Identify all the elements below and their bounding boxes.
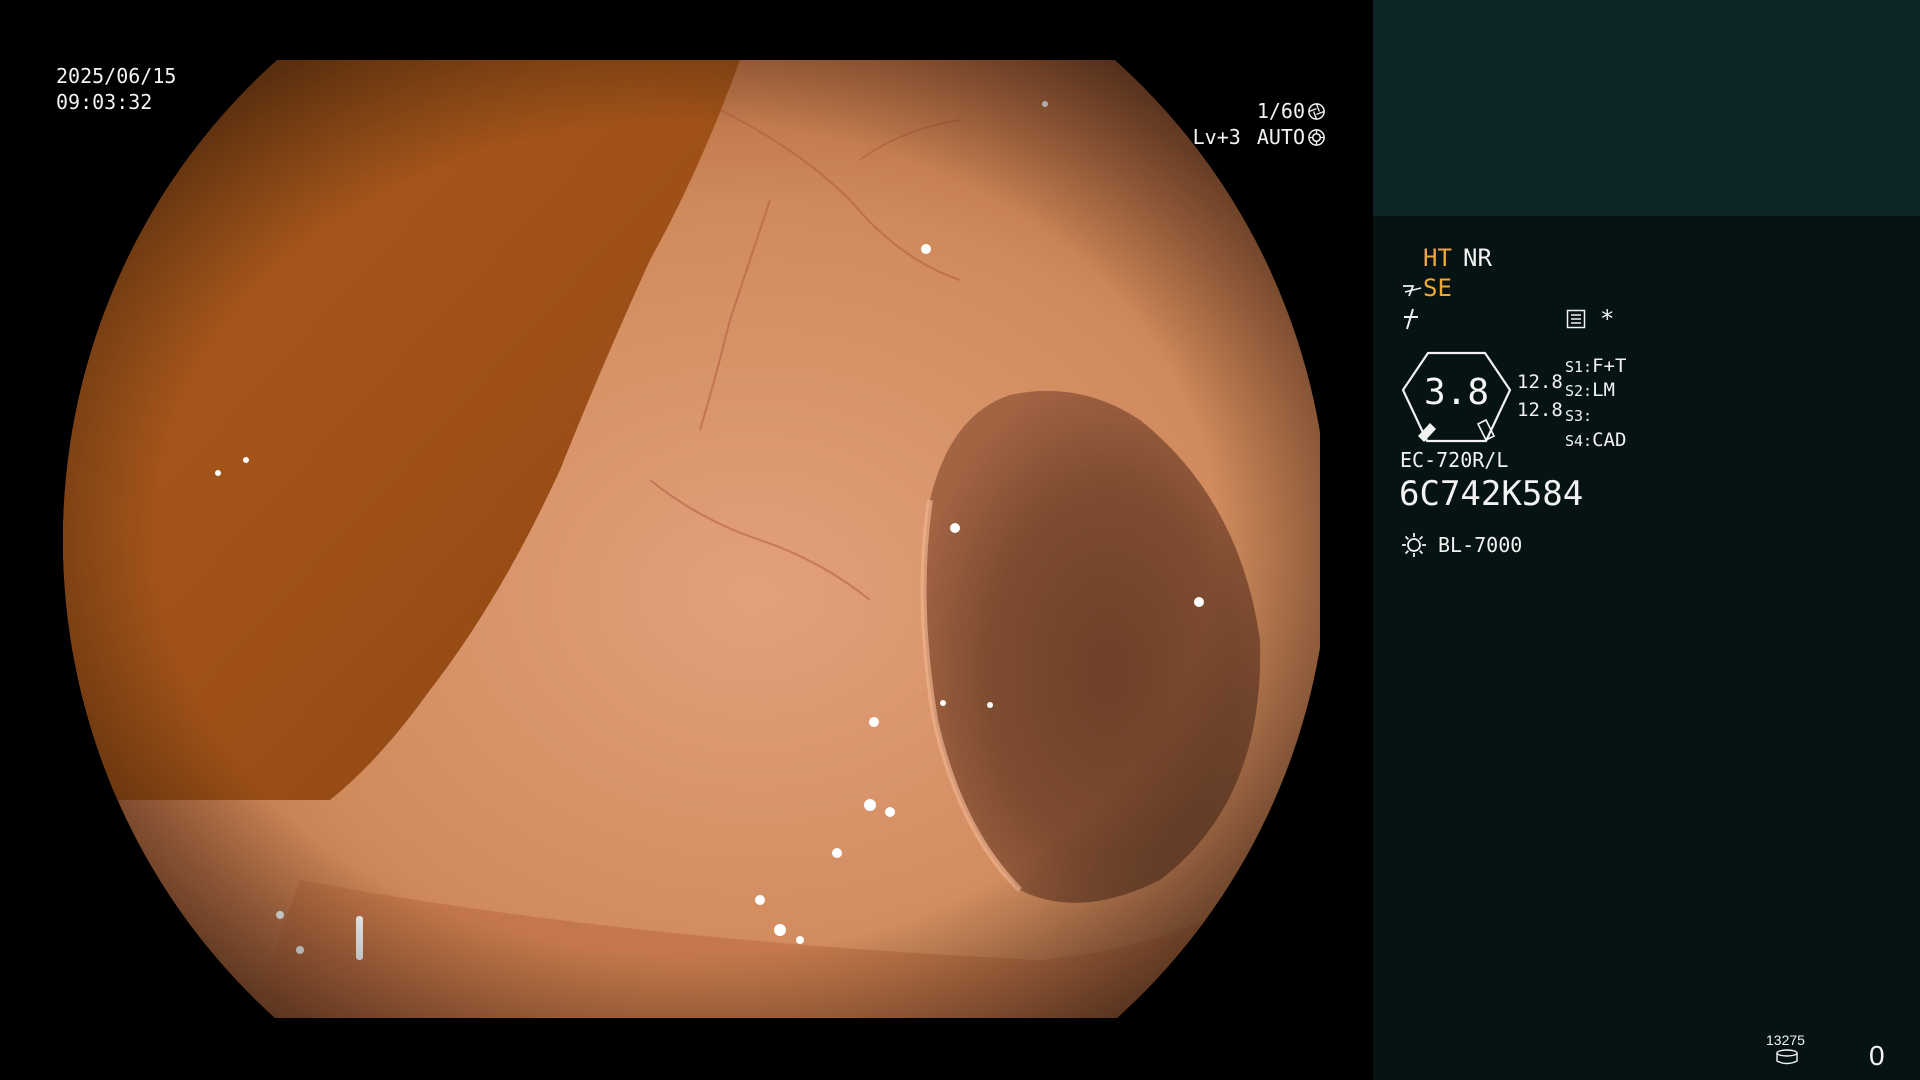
slot-4-label: S4: — [1565, 432, 1593, 450]
exposure-mode-text: AUTO — [1256, 125, 1305, 149]
se-indicator: SE — [1423, 274, 1452, 302]
asterisk-indicator: * — [1600, 305, 1615, 333]
exposure-readout: 1/60 Lv+3 AUTO — [1193, 98, 1326, 150]
shutter-row: 1/60 — [1193, 98, 1326, 124]
slot-2: S2:LM — [1565, 374, 1615, 402]
ht-indicator: HT — [1423, 244, 1452, 272]
shutter-icon — [1308, 102, 1325, 120]
time-text: 09:03:32 — [56, 90, 153, 114]
exposure-row: Lv+3 AUTO — [1193, 124, 1326, 150]
endoscopy-image — [63, 60, 1320, 1018]
date-text: 2025/06/15 — [56, 64, 177, 88]
slot-2-label: S2: — [1565, 382, 1593, 400]
slot-3-label: S3: — [1565, 407, 1593, 425]
shutter-speed-text: 1/60 — [1256, 99, 1305, 123]
slot-3: S3: — [1565, 399, 1592, 427]
endoscopy-image-area: 2025/06/15 09:03:32 1/60 Lv+3 AUTO — [0, 0, 1373, 1080]
scope-serial: 6C742K584 — [1399, 474, 1584, 514]
panel-header-area — [1373, 0, 1920, 216]
color-enhancement-icon — [1404, 308, 1418, 330]
exposure-level-text: Lv+3 — [1192, 125, 1241, 149]
value-a: 12.8 — [1517, 371, 1563, 393]
slot-4-value: CAD — [1592, 429, 1627, 451]
iris-value: 3.8 — [1423, 372, 1490, 413]
capture-count: 0 — [1869, 1040, 1885, 1071]
iris-icon — [1308, 128, 1325, 146]
light-source-model: BL-7000 — [1438, 533, 1523, 557]
nr-indicator: NR — [1463, 244, 1492, 272]
status-panel: HT NR SE * 3.8 12.8 12.8 S1:F+T S2:LM S3… — [1373, 0, 1920, 1080]
structure-enhancement-icon — [1403, 285, 1422, 297]
date-time-readout: 2025/06/15 09:03:32 — [56, 63, 176, 115]
light-source-icon — [1402, 533, 1426, 557]
slot-2-value: LM — [1592, 379, 1615, 401]
slot-4: S4:CAD — [1565, 424, 1626, 452]
settings-list-icon — [1566, 309, 1586, 329]
value-b: 12.8 — [1517, 399, 1563, 421]
scope-model: EC-720R/L — [1400, 448, 1509, 472]
image-counter: 13275 — [1766, 1032, 1805, 1048]
storage-disk-icon — [1776, 1049, 1798, 1065]
